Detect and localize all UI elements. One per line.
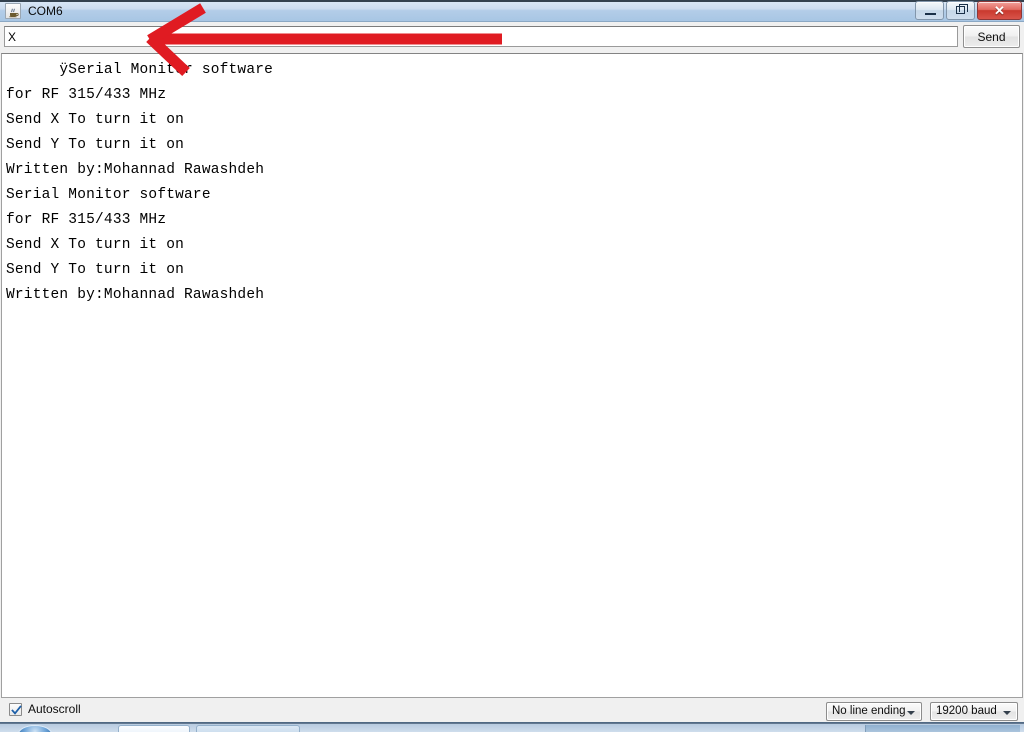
serial-monitor-screen: COM6 ✕ Send ÿSerial Monitor software	[0, 0, 1024, 732]
output-line: Send X To turn it on	[6, 237, 185, 253]
chevron-down-icon	[907, 711, 915, 715]
taskbar-item[interactable]	[196, 725, 300, 732]
line-ending-value: No line ending	[832, 705, 906, 717]
minimize-icon	[925, 13, 936, 15]
send-input[interactable]	[4, 26, 958, 47]
serial-output-area[interactable]: ÿSerial Monitor software for RF 315/433 …	[1, 53, 1023, 698]
output-line: for RF 315/433 MHz	[6, 212, 167, 228]
window-title: COM6	[28, 4, 63, 18]
close-button[interactable]: ✕	[977, 1, 1022, 20]
autoscroll-label: Autoscroll	[28, 702, 81, 716]
restore-icon	[956, 4, 968, 14]
close-icon: ✕	[994, 3, 1005, 18]
output-line: Send X To turn it on	[6, 112, 185, 128]
java-coffee-cup-icon	[5, 3, 21, 19]
window-controls: ✕	[915, 1, 1022, 20]
system-tray[interactable]	[865, 725, 1020, 732]
checkmark-icon	[11, 705, 22, 715]
minimize-button[interactable]	[915, 1, 944, 20]
output-line: Send Y To turn it on	[6, 262, 185, 278]
status-bar: Autoscroll No line ending 19200 baud	[0, 699, 1024, 722]
output-line: Send Y To turn it on	[6, 137, 185, 153]
baud-rate-value: 19200 baud	[936, 705, 997, 717]
serial-monitor-window: COM6 ✕ Send ÿSerial Monitor software	[0, 0, 1024, 722]
autoscroll-toggle[interactable]: Autoscroll	[9, 703, 81, 716]
taskbar-item[interactable]	[118, 725, 190, 732]
chevron-down-icon	[1003, 711, 1011, 715]
output-line: Written by:Mohannad Rawashdeh	[6, 162, 265, 178]
send-row: Send	[0, 23, 1024, 52]
output-line: Written by:Mohannad Rawashdeh	[6, 287, 265, 303]
start-button-icon[interactable]	[18, 725, 52, 732]
restore-button[interactable]	[946, 1, 975, 20]
baud-rate-dropdown[interactable]: 19200 baud	[930, 702, 1018, 721]
output-line: for RF 315/433 MHz	[6, 87, 167, 103]
windows-taskbar[interactable]	[0, 722, 1024, 732]
output-line: Serial Monitor software	[6, 187, 211, 203]
line-ending-dropdown[interactable]: No line ending	[826, 702, 922, 721]
send-button[interactable]: Send	[963, 25, 1020, 48]
title-bar[interactable]: COM6 ✕	[0, 0, 1024, 22]
autoscroll-checkbox[interactable]	[9, 703, 22, 716]
output-line: ÿSerial Monitor software	[6, 62, 274, 78]
